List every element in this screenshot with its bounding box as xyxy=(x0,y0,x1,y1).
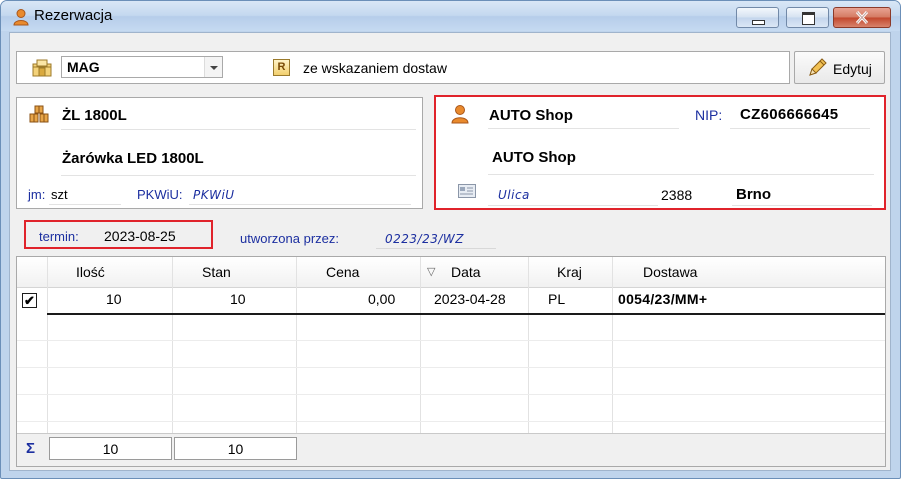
person-icon xyxy=(13,9,29,26)
boxes-icon xyxy=(29,105,49,123)
nip-value: CZ606666645 xyxy=(740,106,839,123)
chevron-down-icon[interactable] xyxy=(204,57,222,77)
column-header-ilosc[interactable]: Ilość xyxy=(76,264,105,280)
divider xyxy=(488,205,658,206)
cell-ilosc: 10 xyxy=(106,291,122,307)
minimize-icon xyxy=(752,20,765,25)
pkwiu-label: PKWiU: xyxy=(137,187,183,202)
minimize-button[interactable] xyxy=(736,7,779,28)
street-value: Ulica xyxy=(498,188,530,202)
row-checkbox[interactable]: ✔ xyxy=(22,293,37,308)
column-divider xyxy=(528,257,529,433)
termin-label: termin: xyxy=(39,229,79,244)
edit-label: Edytuj xyxy=(833,61,872,77)
maximize-button[interactable] xyxy=(786,7,829,28)
close-button[interactable] xyxy=(833,7,891,28)
divider xyxy=(189,204,411,205)
column-header-data[interactable]: Data xyxy=(451,264,481,280)
cell-dostawa: 0054/23/MM+ xyxy=(618,291,708,307)
table-row[interactable]: ✔ 10 10 0,00 2023-04-28 PL 0054/23/MM+ xyxy=(17,287,885,314)
pencil-icon xyxy=(809,58,827,76)
sigma-icon: Σ xyxy=(26,440,36,457)
window-body: MAG R ze wskazaniem dostaw Edytuj ŻL 180… xyxy=(9,32,891,471)
row-divider xyxy=(17,340,885,341)
warehouse-value: MAG xyxy=(67,59,100,75)
address-card-icon xyxy=(458,184,476,198)
customer-short-name: AUTO Shop xyxy=(489,107,573,124)
sort-desc-icon: ▽ xyxy=(427,266,436,278)
customer-panel: AUTO Shop NIP: CZ606666645 AUTO Shop Uli… xyxy=(434,95,886,210)
table-header: Ilość Stan Cena ▽ Data Kraj Dostawa xyxy=(17,257,885,288)
person-icon xyxy=(451,105,469,124)
row-focus-line xyxy=(47,313,885,315)
column-header-cena[interactable]: Cena xyxy=(326,264,359,280)
product-panel: ŻL 1800L Żarówka LED 1800L jm: szt PKWiU… xyxy=(16,97,423,209)
nip-label: NIP: xyxy=(695,107,723,123)
delivery-mode-icon-letter: R xyxy=(277,61,286,73)
delivery-mode-label: ze wskazaniem dostaw xyxy=(303,60,447,76)
title-bar[interactable]: Rezerwacja xyxy=(1,1,900,31)
postal-code-value: 2388 xyxy=(661,187,693,203)
column-divider xyxy=(172,257,173,433)
divider xyxy=(61,129,416,130)
pkwiu-value: PKWiU xyxy=(193,188,235,202)
row-divider xyxy=(17,367,885,368)
unit-value: szt xyxy=(51,187,68,202)
cell-stan: 10 xyxy=(230,291,246,307)
divider xyxy=(49,204,121,205)
column-divider xyxy=(612,257,613,433)
edit-button[interactable]: Edytuj xyxy=(794,51,885,84)
toolbar: MAG R ze wskazaniem dostaw xyxy=(16,51,790,84)
delivery-mode-icon: R xyxy=(273,59,290,76)
unit-label: jm: xyxy=(28,187,46,202)
product-code: ŻL 1800L xyxy=(62,107,127,124)
divider xyxy=(488,174,874,175)
city-value: Brno xyxy=(736,186,771,203)
table-footer: Σ 10 10 xyxy=(17,433,885,466)
divider xyxy=(488,128,679,129)
cell-data: 2023-04-28 xyxy=(434,291,506,307)
warehouse-select[interactable]: MAG xyxy=(61,56,223,78)
created-by-label: utworzona przez: xyxy=(240,231,339,246)
sum-stan: 10 xyxy=(174,437,297,460)
sum-ilosc: 10 xyxy=(49,437,172,460)
termin-box: termin: 2023-08-25 xyxy=(24,220,213,249)
column-divider xyxy=(296,257,297,433)
product-name: Żarówka LED 1800L xyxy=(62,150,204,167)
maximize-icon xyxy=(802,12,815,25)
created-by-value: 0223/23/WZ xyxy=(385,232,464,246)
column-header-stan[interactable]: Stan xyxy=(202,264,231,280)
row-divider xyxy=(17,394,885,395)
warehouse-icon xyxy=(32,59,52,77)
deliveries-table: Ilość Stan Cena ▽ Data Kraj Dostawa ✔ 10… xyxy=(16,256,886,467)
customer-full-name: AUTO Shop xyxy=(492,149,576,166)
column-header-dostawa[interactable]: Dostawa xyxy=(643,264,697,280)
row-divider xyxy=(17,421,885,422)
column-divider xyxy=(420,257,421,433)
window-title: Rezerwacja xyxy=(34,7,113,24)
cell-kraj: PL xyxy=(548,291,566,307)
reservation-window: Rezerwacja MAG R ze wskazaniem dostaw Ed… xyxy=(0,0,901,479)
column-header-kraj[interactable]: Kraj xyxy=(557,264,582,280)
column-divider xyxy=(47,257,48,433)
divider xyxy=(732,205,872,206)
divider xyxy=(376,248,496,249)
divider xyxy=(61,175,416,176)
close-icon xyxy=(855,11,869,24)
termin-value: 2023-08-25 xyxy=(104,228,176,244)
cell-cena: 0,00 xyxy=(368,291,396,307)
divider xyxy=(730,128,870,129)
